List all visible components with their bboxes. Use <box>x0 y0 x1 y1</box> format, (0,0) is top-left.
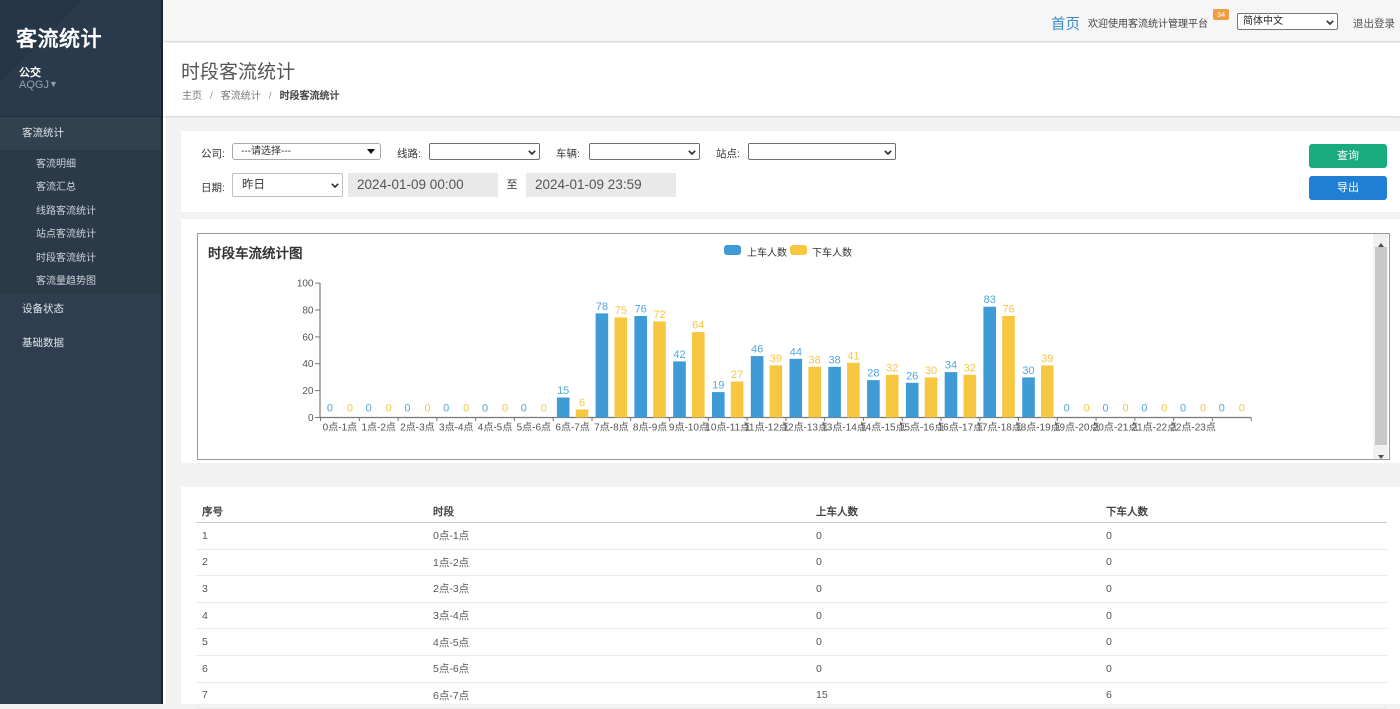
svg-text:46: 46 <box>751 344 763 356</box>
svg-text:1点-2点: 1点-2点 <box>361 422 395 434</box>
svg-text:0: 0 <box>1141 403 1147 415</box>
svg-text:64: 64 <box>692 320 704 332</box>
svg-text:38: 38 <box>828 354 840 366</box>
svg-text:2点-3点: 2点-3点 <box>400 422 434 434</box>
svg-text:0: 0 <box>1122 403 1128 415</box>
svg-text:60: 60 <box>302 332 314 343</box>
svg-text:26: 26 <box>906 370 918 382</box>
svg-text:39: 39 <box>1041 353 1053 365</box>
svg-text:0: 0 <box>443 403 449 415</box>
svg-text:0: 0 <box>521 403 527 415</box>
svg-text:32: 32 <box>964 362 976 374</box>
svg-text:0: 0 <box>1161 403 1167 415</box>
svg-text:22点-23点: 22点-23点 <box>1170 422 1216 434</box>
svg-text:34: 34 <box>945 360 957 372</box>
svg-text:0: 0 <box>1200 403 1206 415</box>
svg-text:78: 78 <box>596 301 608 313</box>
svg-text:0: 0 <box>1219 403 1225 415</box>
svg-text:30: 30 <box>1022 365 1034 377</box>
svg-text:0: 0 <box>308 413 314 424</box>
svg-text:0: 0 <box>1239 403 1245 415</box>
svg-text:0: 0 <box>502 403 508 415</box>
svg-text:80: 80 <box>302 306 314 317</box>
svg-text:0: 0 <box>1180 403 1186 415</box>
svg-text:0: 0 <box>1102 403 1108 415</box>
svg-text:0: 0 <box>1084 403 1090 415</box>
svg-text:38: 38 <box>808 354 820 366</box>
svg-text:76: 76 <box>1002 304 1014 316</box>
svg-text:19: 19 <box>712 380 724 392</box>
svg-text:0: 0 <box>404 403 410 415</box>
svg-text:0: 0 <box>541 403 547 415</box>
svg-text:0: 0 <box>347 403 353 415</box>
svg-text:41: 41 <box>847 350 859 362</box>
svg-text:6: 6 <box>579 397 585 409</box>
svg-text:0: 0 <box>424 403 430 415</box>
svg-text:75: 75 <box>615 305 627 317</box>
svg-text:32: 32 <box>886 362 898 374</box>
svg-text:27: 27 <box>731 369 743 381</box>
svg-text:20: 20 <box>302 386 314 397</box>
svg-text:8点-9点: 8点-9点 <box>633 422 667 434</box>
svg-text:0: 0 <box>482 403 488 415</box>
svg-text:0: 0 <box>386 403 392 415</box>
svg-text:42: 42 <box>673 349 685 361</box>
svg-text:39: 39 <box>770 353 782 365</box>
svg-text:72: 72 <box>653 309 665 321</box>
svg-text:6点-7点: 6点-7点 <box>555 422 589 434</box>
svg-text:83: 83 <box>984 294 996 306</box>
svg-text:0: 0 <box>463 403 469 415</box>
svg-text:0: 0 <box>366 403 372 415</box>
svg-text:28: 28 <box>867 368 879 380</box>
svg-text:0: 0 <box>327 403 333 415</box>
svg-text:76: 76 <box>635 304 647 316</box>
svg-text:0点-1点: 0点-1点 <box>323 422 357 434</box>
svg-text:7点-8点: 7点-8点 <box>594 422 628 434</box>
svg-text:9点-10点: 9点-10点 <box>669 422 709 434</box>
svg-text:40: 40 <box>302 359 314 370</box>
svg-text:0: 0 <box>1064 403 1070 415</box>
svg-text:4点-5点: 4点-5点 <box>478 422 512 434</box>
svg-text:15: 15 <box>557 385 569 397</box>
svg-text:44: 44 <box>790 346 802 358</box>
svg-text:30: 30 <box>925 365 937 377</box>
svg-text:100: 100 <box>297 279 314 290</box>
svg-text:5点-6点: 5点-6点 <box>517 422 551 434</box>
svg-text:3点-4点: 3点-4点 <box>439 422 473 434</box>
